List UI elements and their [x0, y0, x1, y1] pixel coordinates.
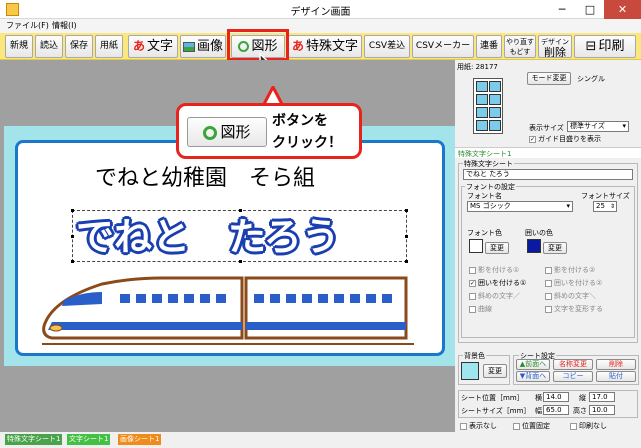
sheet-tab-special-text[interactable]: 特殊文字シート1 — [5, 434, 63, 445]
curve-checkbox[interactable]: 曲線 — [469, 304, 492, 314]
x-position-input[interactable]: 14.0 — [543, 392, 569, 402]
chevron-down-icon: ▾ — [566, 202, 570, 210]
resize-handle[interactable] — [405, 260, 408, 263]
font-size-label: フォントサイズ — [581, 192, 630, 200]
menu-file[interactable]: ファイル(F) — [6, 20, 49, 31]
resize-handle[interactable] — [71, 260, 74, 263]
sheet-tab-image[interactable]: 画像シート1 — [118, 434, 162, 445]
position-label: シート位置［mm］ — [461, 394, 524, 402]
mode-value: シングル — [577, 75, 605, 83]
spin-icon: ⇕ — [609, 203, 615, 210]
x-label: 横 — [535, 394, 542, 402]
close-button[interactable]: ✕ — [604, 0, 641, 19]
height-label: 高さ — [573, 407, 587, 415]
hide-checkbox[interactable]: 表示なし — [460, 421, 497, 431]
italic1-checkbox[interactable]: 斜めの文字／ — [469, 291, 520, 301]
width-input[interactable]: 65.0 — [543, 405, 569, 415]
menu-bar: ファイル(F) 情報(I) — [0, 19, 641, 33]
lock-position-checkbox[interactable]: 位置固定 — [513, 421, 550, 431]
bg-group-label: 背景色 — [463, 351, 486, 361]
sheet-tab-bar: 特殊文字シート1 文字シート1 画像シート1 — [0, 432, 641, 448]
display-size-label: 表示サイズ — [529, 124, 564, 132]
bullet-train-image[interactable] — [42, 270, 414, 348]
height-input[interactable]: 10.0 — [589, 405, 615, 415]
special-text-icon: あ — [291, 39, 304, 53]
sheet-text-input[interactable]: でねと たろう — [463, 169, 633, 180]
delete-design-button[interactable]: デザイン 削除 — [538, 35, 572, 58]
bg-color-change-button[interactable]: 変更 — [483, 364, 507, 378]
paper-preview[interactable] — [473, 78, 503, 134]
border2-checkbox[interactable]: 囲いを付ける② — [545, 278, 602, 288]
section-title: 特殊文字シート1 — [458, 150, 512, 158]
resize-handle[interactable] — [71, 235, 74, 238]
menu-info[interactable]: 情報(I) — [52, 20, 77, 31]
chevron-down-icon: ▾ — [622, 122, 626, 130]
italic2-checkbox[interactable]: 斜めの文字＼ — [545, 291, 596, 301]
image-button[interactable]: 画像 — [180, 35, 226, 58]
font-size-stepper[interactable]: 25 ⇕ — [593, 201, 617, 212]
sheet-group-label: 特殊文字シート — [463, 159, 514, 169]
resize-handle[interactable] — [71, 209, 74, 212]
paste-button[interactable]: 貼付 — [596, 371, 636, 382]
callout-shape-button: 図形 — [187, 117, 267, 147]
window-title: デザイン画面 — [290, 7, 351, 18]
shadow1-checkbox[interactable]: 影を付ける① — [469, 265, 519, 275]
y-label: 縦 — [579, 394, 586, 402]
background-color-swatch — [461, 362, 479, 380]
guide-checkbox[interactable]: ✓ ガイド目盛りを表示 — [529, 134, 601, 144]
text-button[interactable]: あ文字 — [128, 35, 178, 58]
y-position-input[interactable]: 17.0 — [589, 392, 615, 402]
deform-checkbox[interactable]: 文字を変形する — [545, 304, 603, 314]
printer-icon: ⊟ — [585, 39, 597, 54]
kindergarten-text[interactable]: でねと幼稚園 そら組 — [95, 160, 395, 192]
undo-button[interactable]: やり直す もどす — [504, 35, 536, 58]
child-name-text[interactable]: でねと たろう — [76, 206, 340, 261]
mode-change-button[interactable]: モード変更 — [527, 72, 571, 85]
font-color-change-button[interactable]: 変更 — [485, 242, 509, 254]
rename-button[interactable]: 名称変更 — [553, 359, 593, 370]
resize-handle[interactable] — [405, 209, 408, 212]
circle-shape-icon — [203, 125, 218, 140]
csv-insert-button[interactable]: CSV差込 — [364, 35, 410, 58]
sheet-tab-text[interactable]: 文字シート1 — [67, 434, 111, 445]
border-color-swatch — [527, 239, 541, 253]
copy-button[interactable]: コピー — [553, 371, 593, 382]
title-bar: デザイン画面 ─ □ ✕ — [0, 0, 641, 19]
new-button[interactable]: 新規 — [5, 35, 33, 58]
shadow2-checkbox[interactable]: 影を付ける② — [545, 265, 595, 275]
font-name-label: フォント名 — [467, 192, 502, 200]
display-size-select[interactable]: 標準サイズ ▾ — [567, 121, 629, 132]
font-name-select[interactable]: MS ゴシック ▾ — [467, 201, 573, 212]
size-label: シートサイズ［mm］ — [461, 407, 531, 415]
border-color-change-button[interactable]: 変更 — [543, 242, 567, 254]
delete-sheet-button[interactable]: 削除 — [596, 359, 636, 370]
font-color-swatch — [469, 239, 483, 253]
serial-number-button[interactable]: 連番 — [476, 35, 502, 58]
special-text-button[interactable]: あ特殊文字 — [288, 35, 362, 58]
picture-icon — [182, 41, 195, 52]
properties-panel: 用紙: 28177 モード変更 シングル 表示サイズ 標準サイズ ▾ ✓ ガイド目盛… — [455, 60, 641, 432]
font-color-label: フォント色 — [467, 229, 502, 237]
border-color-label: 囲いの色 — [525, 229, 553, 237]
text-a-icon: あ — [132, 39, 145, 53]
resize-handle[interactable] — [405, 235, 408, 238]
send-back-button[interactable]: ▼背面へ — [516, 371, 550, 382]
toolbar: 新規 読込 保存 用紙 あ文字 画像 図形 あ特殊文字 CSV差込 CSVメーカ… — [0, 33, 641, 60]
bring-front-button[interactable]: ▲前面へ — [516, 359, 550, 370]
width-label: 幅 — [535, 407, 542, 415]
csv-maker-button[interactable]: CSVメーカー — [412, 35, 474, 58]
no-print-checkbox[interactable]: 印刷なし — [570, 421, 607, 431]
border1-checkbox[interactable]: ✓ 囲いを付ける① — [469, 278, 526, 288]
paper-button[interactable]: 用紙 — [95, 35, 123, 58]
save-button[interactable]: 保存 — [65, 35, 93, 58]
sheet-section-header: 特殊文字シート1 — [455, 147, 641, 158]
print-button[interactable]: ⊟ 印刷 — [574, 35, 636, 58]
paper-code: 用紙: 28177 — [457, 63, 498, 71]
minimize-button[interactable]: ─ — [548, 0, 576, 19]
callout-instruction: ボタンを クリック！ — [272, 113, 342, 151]
open-button[interactable]: 読込 — [35, 35, 63, 58]
maximize-button[interactable]: □ — [576, 0, 604, 19]
